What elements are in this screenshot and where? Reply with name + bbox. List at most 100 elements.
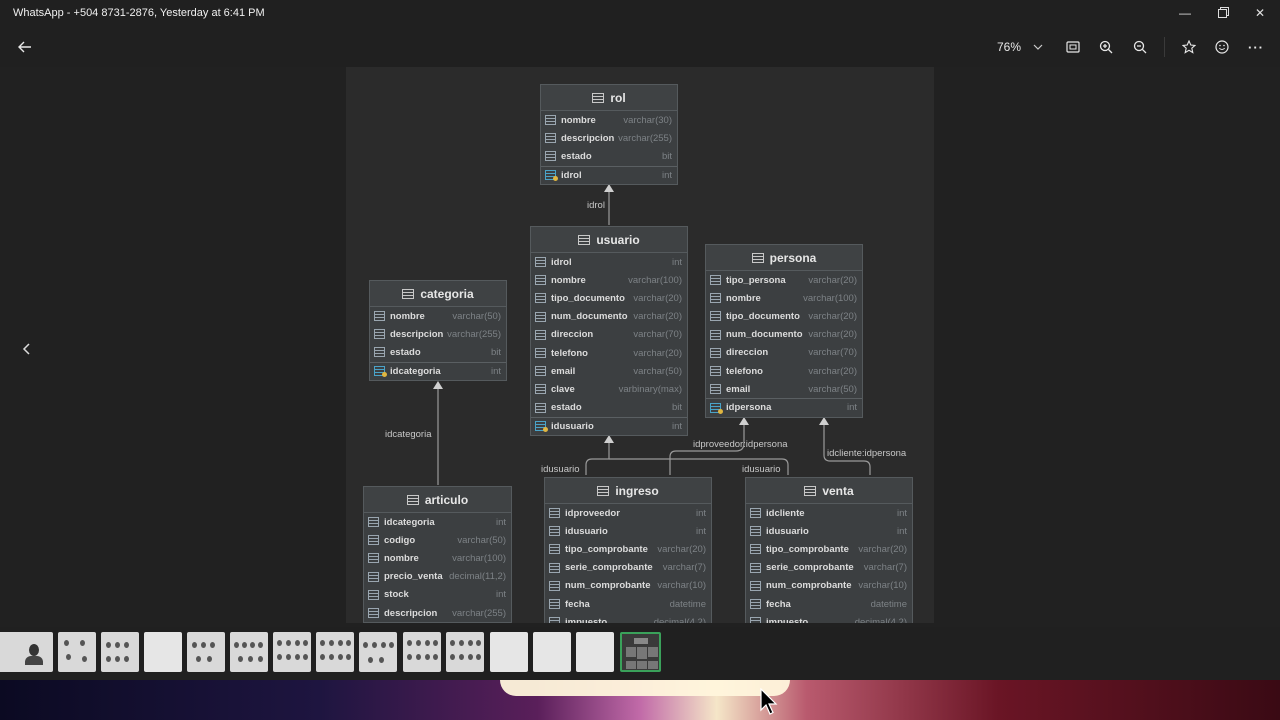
table-icon <box>804 485 817 496</box>
column-type: varchar(20) <box>808 329 857 341</box>
column-row: nombre varchar(100) <box>531 271 687 289</box>
column-icon <box>374 347 385 358</box>
chevron-left-icon <box>22 343 30 355</box>
thumbnail[interactable] <box>533 632 571 672</box>
column-name: clave <box>551 383 575 395</box>
minimize-icon: — <box>1179 6 1191 20</box>
column-row: impuesto decimal(4,2) <box>746 613 912 623</box>
thumbnail-selected[interactable] <box>620 632 661 672</box>
column-row: telefono varchar(20) <box>531 344 687 362</box>
more-options-button[interactable]: ··· <box>1244 35 1268 59</box>
column-name: impuesto <box>766 616 809 623</box>
column-type: int <box>695 507 706 519</box>
thumbnail[interactable] <box>58 632 96 672</box>
thumbnail[interactable] <box>187 632 225 672</box>
column-row: tipo_comprobante varchar(20) <box>746 540 912 558</box>
entity-header: usuario <box>531 227 687 253</box>
back-button[interactable] <box>13 35 37 59</box>
column-row: precio_venta decimal(11,2) <box>364 568 511 586</box>
toolbar-divider <box>1164 37 1165 57</box>
entity-persona: persona tipo_persona varchar(20) nombre varc… <box>705 244 863 418</box>
thumbnail[interactable] <box>144 632 182 672</box>
column-name: direccion <box>726 347 769 359</box>
column-icon <box>549 544 560 555</box>
column-name: tipo_comprobante <box>565 543 648 555</box>
key-row: idrol int <box>541 165 677 184</box>
entity-name: usuario <box>596 232 640 247</box>
column-type: datetime <box>870 598 907 610</box>
thumbnail[interactable] <box>490 632 528 672</box>
column-type: varchar(100) <box>452 552 506 564</box>
previous-image-button[interactable] <box>14 337 38 361</box>
column-type: varchar(70) <box>808 347 857 359</box>
favorite-button[interactable] <box>1177 35 1201 59</box>
column-icon <box>374 311 385 322</box>
column-name: serie_comprobante <box>565 562 653 574</box>
column-type: int <box>896 525 907 537</box>
column-row: descripcion varchar(255) <box>364 604 511 622</box>
minimize-button[interactable]: — <box>1169 2 1201 24</box>
key-column-icon <box>710 402 723 414</box>
column-type: varchar(20) <box>657 543 706 555</box>
zoom-in-button[interactable] <box>1094 35 1118 59</box>
column-type: int <box>896 507 907 519</box>
title-bar: WhatsApp - +504 8731-2876, Yesterday at … <box>0 0 1280 27</box>
column-row: num_documento varchar(20) <box>531 308 687 326</box>
column-icon <box>710 329 721 340</box>
entity-name: categoria <box>420 286 474 301</box>
column-icon <box>750 617 761 623</box>
fit-screen-button[interactable] <box>1061 35 1085 59</box>
thumbnail[interactable] <box>403 632 441 672</box>
column-icon <box>545 115 556 126</box>
entity-name: ingreso <box>615 483 659 498</box>
column-type: decimal(4,2) <box>653 616 706 623</box>
thumbnail[interactable] <box>576 632 614 672</box>
column-row: nombre varchar(50) <box>370 307 506 325</box>
thumbnail[interactable] <box>446 632 484 672</box>
table-icon <box>578 234 591 245</box>
restore-button[interactable] <box>1206 2 1238 24</box>
column-name: serie_comprobante <box>766 562 854 574</box>
column-type: varchar(50) <box>457 534 506 546</box>
column-name: estado <box>551 402 582 414</box>
thumbnail[interactable] <box>230 632 268 672</box>
column-type: varchar(70) <box>633 329 682 341</box>
column-row: idusuario int <box>746 522 912 540</box>
thumbnail[interactable] <box>101 632 139 672</box>
column-icon <box>549 508 560 519</box>
column-icon <box>710 275 721 286</box>
column-name: num_comprobante <box>565 580 651 592</box>
column-name: num_documento <box>551 311 628 323</box>
column-name: nombre <box>726 292 761 304</box>
column-type: varchar(100) <box>803 292 857 304</box>
column-row: serie_comprobante varchar(7) <box>545 559 711 577</box>
thumbnail[interactable] <box>316 632 354 672</box>
entity-name: rol <box>610 90 626 105</box>
zoom-level-dropdown[interactable]: 76% <box>990 35 1050 59</box>
thumbnail[interactable] <box>359 632 397 672</box>
thumbnail[interactable] <box>273 632 311 672</box>
column-icon <box>710 366 721 377</box>
column-icon <box>368 517 379 528</box>
column-name: nombre <box>390 310 425 322</box>
column-name: num_comprobante <box>766 580 852 592</box>
column-row: stock int <box>364 586 511 604</box>
column-type: bit <box>671 402 682 414</box>
column-type: varbinary(max) <box>618 383 682 395</box>
column-name: direccion <box>551 329 594 341</box>
column-row: estado bit <box>531 399 687 417</box>
column-row: telefono varchar(20) <box>706 362 862 380</box>
column-name: impuesto <box>565 616 608 623</box>
zoom-out-button[interactable] <box>1128 35 1152 59</box>
entity-header: venta <box>746 478 912 504</box>
key-name: idpersona <box>726 402 772 414</box>
image-viewer: idrol idcategoria idusuario idusuario id… <box>0 67 1280 627</box>
column-name: tipo_comprobante <box>766 543 849 555</box>
relation-label-ingreso-usuario: idusuario <box>541 464 580 475</box>
reaction-button[interactable] <box>1210 35 1234 59</box>
entity-articulo: articulo idcategoria int codigo varchar(50) n… <box>363 486 512 623</box>
thumbnail[interactable] <box>15 632 53 672</box>
close-button[interactable]: ✕ <box>1244 2 1276 24</box>
thumbnail-strip <box>0 627 1280 680</box>
column-row: idcategoria int <box>364 513 511 531</box>
